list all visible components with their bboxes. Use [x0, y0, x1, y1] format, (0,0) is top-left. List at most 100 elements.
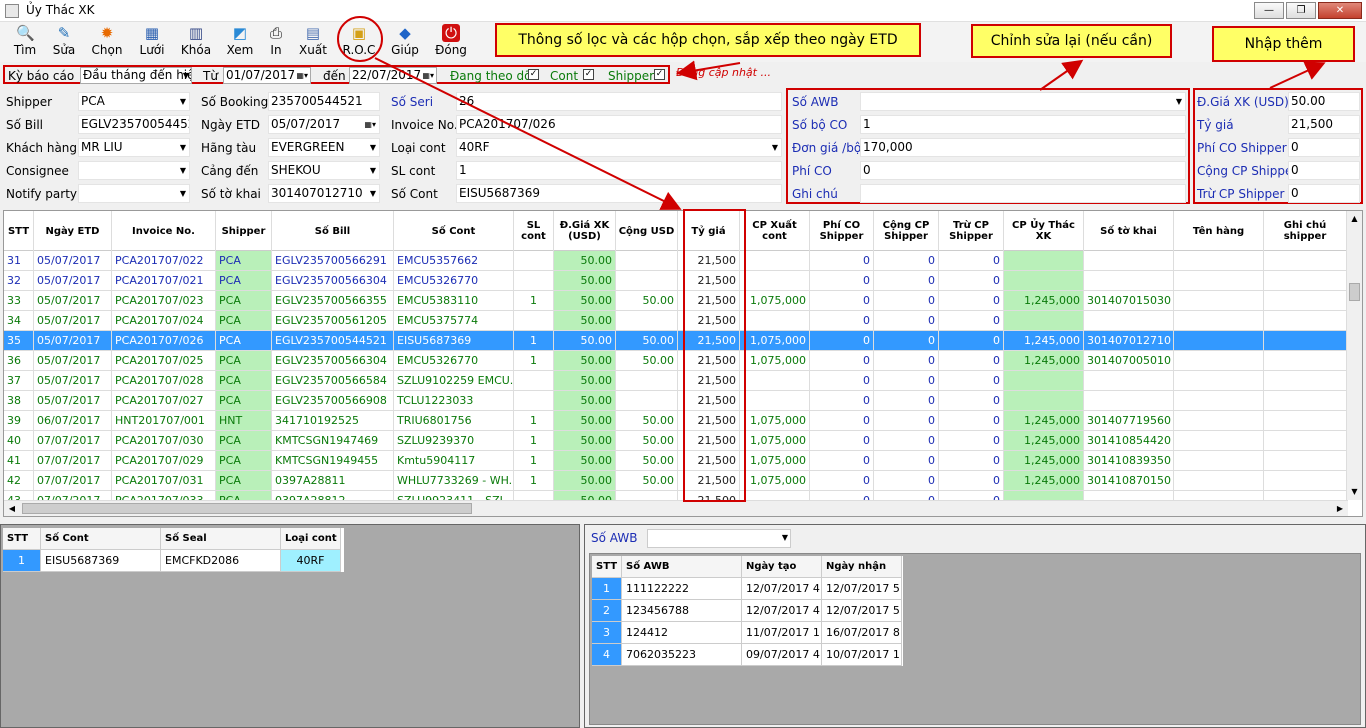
table-row[interactable]: 42 07/07/2017 PCA201707/031 PCA 0397A28811 WH… — [4, 471, 1347, 491]
tracking-checkbox[interactable]: ✓ — [528, 69, 539, 80]
column-header[interactable]: Phí CO Shipper — [810, 211, 874, 251]
unitprice-field[interactable]: 170,000 — [860, 138, 1186, 157]
invoice-field[interactable]: PCA201707/026 — [456, 115, 782, 134]
table-row[interactable]: 41 07/07/2017 PCA201707/029 PCA KMTCSGN19494… — [4, 451, 1347, 471]
column-header[interactable]: Tên hàng — [1174, 211, 1264, 251]
table-cell: 1,075,000 — [740, 291, 810, 311]
table-cell: 1,245,000 — [1004, 471, 1084, 491]
column-header[interactable]: Ngày nhận — [822, 556, 902, 578]
note-field[interactable] — [860, 184, 1186, 203]
awb-select[interactable]: ▼ — [860, 92, 1186, 111]
column-header[interactable]: Loại cont — [281, 528, 341, 550]
awb-panel-select[interactable]: ▼ — [647, 529, 791, 548]
report-period-select[interactable]: Đầu tháng đến hiện ▼ — [80, 67, 192, 84]
consignee-select[interactable]: ▼ — [78, 161, 190, 180]
column-header[interactable]: Đ.Giá XK (USD) — [554, 211, 616, 251]
shipper-checkbox[interactable]: ✓ — [654, 69, 665, 80]
carrier-label: Hãng tàu — [201, 141, 257, 155]
column-header[interactable]: STT — [3, 528, 41, 550]
table-row[interactable]: 40 07/07/2017 PCA201707/030 PCA KMTCSGN19474… — [4, 431, 1347, 451]
xuat-button[interactable]: ▤ Xuất — [290, 24, 336, 60]
horizontal-scrollbar[interactable]: ◀ ▶ — [4, 500, 1348, 516]
cofee-shipper-field[interactable]: 0 — [1288, 138, 1360, 157]
from-date-picker[interactable]: 01/07/2017 ▦▾ — [223, 67, 311, 84]
scroll-down-icon[interactable]: ▼ — [1347, 484, 1362, 500]
column-header[interactable]: STT — [4, 211, 34, 251]
table-row[interactable]: 31 05/07/2017 PCA201707/022 PCA EGLV23570056… — [4, 251, 1347, 271]
dong-button[interactable]: ⏻ Đóng — [428, 24, 474, 60]
khoa-button[interactable]: ▥ Khóa — [173, 24, 219, 60]
price-field[interactable]: 50.00 — [1288, 92, 1360, 111]
column-header[interactable]: Trừ CP Shipper — [939, 211, 1004, 251]
coset-field[interactable]: 1 — [860, 115, 1186, 134]
cont-checkbox[interactable]: ✓ — [583, 69, 594, 80]
to-date-picker[interactable]: 22/07/2017 ▦▾ — [349, 67, 437, 84]
table-row[interactable]: 34 05/07/2017 PCA201707/024 PCA EGLV23570056… — [4, 311, 1347, 331]
table-row[interactable]: 38 05/07/2017 PCA201707/027 PCA EGLV23570056… — [4, 391, 1347, 411]
table-row[interactable]: 4 7062035223 09/07/2017 4... 10/07/2017 1..… — [592, 644, 903, 666]
table-row[interactable]: 33 05/07/2017 PCA201707/023 PCA EGLV23570056… — [4, 291, 1347, 311]
scroll-left-icon[interactable]: ◀ — [4, 501, 20, 516]
column-header[interactable]: Số AWB — [622, 556, 742, 578]
cofee-field[interactable]: 0 — [860, 161, 1186, 180]
column-header[interactable]: Số Bill — [272, 211, 394, 251]
table-cell: 50.00 — [554, 371, 616, 391]
notify-select[interactable]: ▼ — [78, 184, 190, 203]
column-header[interactable]: STT — [592, 556, 622, 578]
table-row[interactable]: 32 05/07/2017 PCA201707/021 PCA EGLV23570056… — [4, 271, 1347, 291]
column-header[interactable]: CP Ủy Thác XK — [1004, 211, 1084, 251]
table-row[interactable]: 36 05/07/2017 PCA201707/025 PCA EGLV23570056… — [4, 351, 1347, 371]
column-header[interactable]: Số Seal — [161, 528, 281, 550]
maximize-button[interactable]: ❐ — [1286, 2, 1316, 19]
sua-button[interactable]: ✎ Sửa — [41, 24, 87, 60]
table-row[interactable]: 35 05/07/2017 PCA201707/026 PCA EGLV23570054… — [4, 331, 1347, 351]
table-row[interactable]: 37 05/07/2017 PCA201707/028 PCA EGLV23570056… — [4, 371, 1347, 391]
declaration-select[interactable]: 301407012710 ▼ — [268, 184, 380, 203]
addcp-field[interactable]: 0 — [1288, 161, 1360, 180]
close-window-button[interactable]: ✕ — [1318, 2, 1362, 19]
etd-date-picker[interactable]: 05/07/2017 ▦▾ — [268, 115, 380, 134]
column-header[interactable]: Ngày ETD — [34, 211, 112, 251]
subcp-field[interactable]: 0 — [1288, 184, 1360, 203]
minimize-button[interactable]: — — [1254, 2, 1284, 19]
column-header[interactable]: Số Cont — [41, 528, 161, 550]
table-row[interactable]: 3 124412 11/07/2017 1... 16/07/2017 8... — [592, 622, 903, 644]
chon-button[interactable]: ✹ Chọn — [84, 24, 130, 60]
scroll-up-icon[interactable]: ▲ — [1347, 211, 1362, 227]
column-header[interactable]: SL cont — [514, 211, 554, 251]
customer-select[interactable]: MR LIU ▼ — [78, 138, 190, 157]
column-header[interactable]: CP Xuất cont — [740, 211, 810, 251]
table-cell: EGLV235700566908 — [272, 391, 394, 411]
table-row[interactable]: 1 111122222 12/07/2017 4... 12/07/2017 5... — [592, 578, 903, 600]
rate-field[interactable]: 21,500 — [1288, 115, 1360, 134]
serial-field[interactable]: 26 — [456, 92, 782, 111]
booking-field[interactable]: 235700544521 — [268, 92, 380, 111]
column-header[interactable]: Cộng USD — [616, 211, 678, 251]
conttype-select[interactable]: 40RF ▼ — [456, 138, 782, 157]
carrier-select[interactable]: EVERGREEN ▼ — [268, 138, 380, 157]
scroll-thumb[interactable] — [1349, 283, 1360, 301]
column-header[interactable]: Shipper — [216, 211, 272, 251]
column-header[interactable]: Số Cont — [394, 211, 514, 251]
column-header[interactable]: Ghi chú shipper — [1264, 211, 1347, 251]
contno-field[interactable]: EISU5687369 — [456, 184, 782, 203]
column-header[interactable]: Cộng CP Shipper — [874, 211, 939, 251]
bill-field[interactable]: EGLV235700544521 — [78, 115, 190, 134]
table-cell: 0 — [874, 471, 939, 491]
column-header[interactable]: Ngày tạo — [742, 556, 822, 578]
scroll-right-icon[interactable]: ▶ — [1332, 501, 1348, 516]
luoi-button[interactable]: ▦ Lưới — [129, 24, 175, 60]
port-select[interactable]: SHEKOU ▼ — [268, 161, 380, 180]
table-row[interactable]: 1 EISU5687369 EMCFKD2086 40RF — [3, 550, 344, 572]
table-cell — [1174, 391, 1264, 411]
hscroll-thumb[interactable] — [22, 503, 472, 514]
shipper-select[interactable]: PCA ▼ — [78, 92, 190, 111]
table-row[interactable]: 2 123456788 12/07/2017 4... 12/07/2017 5... — [592, 600, 903, 622]
table-row[interactable]: 39 06/07/2017 HNT201707/001 HNT 341710192525… — [4, 411, 1347, 431]
column-header[interactable]: Số tờ khai — [1084, 211, 1174, 251]
table-cell: 1,075,000 — [740, 431, 810, 451]
column-header[interactable]: Invoice No. — [112, 211, 216, 251]
slcont-field[interactable]: 1 — [456, 161, 782, 180]
giup-button[interactable]: ◆ Giúp — [382, 24, 428, 60]
vertical-scrollbar[interactable]: ▲ ▼ — [1346, 211, 1362, 500]
